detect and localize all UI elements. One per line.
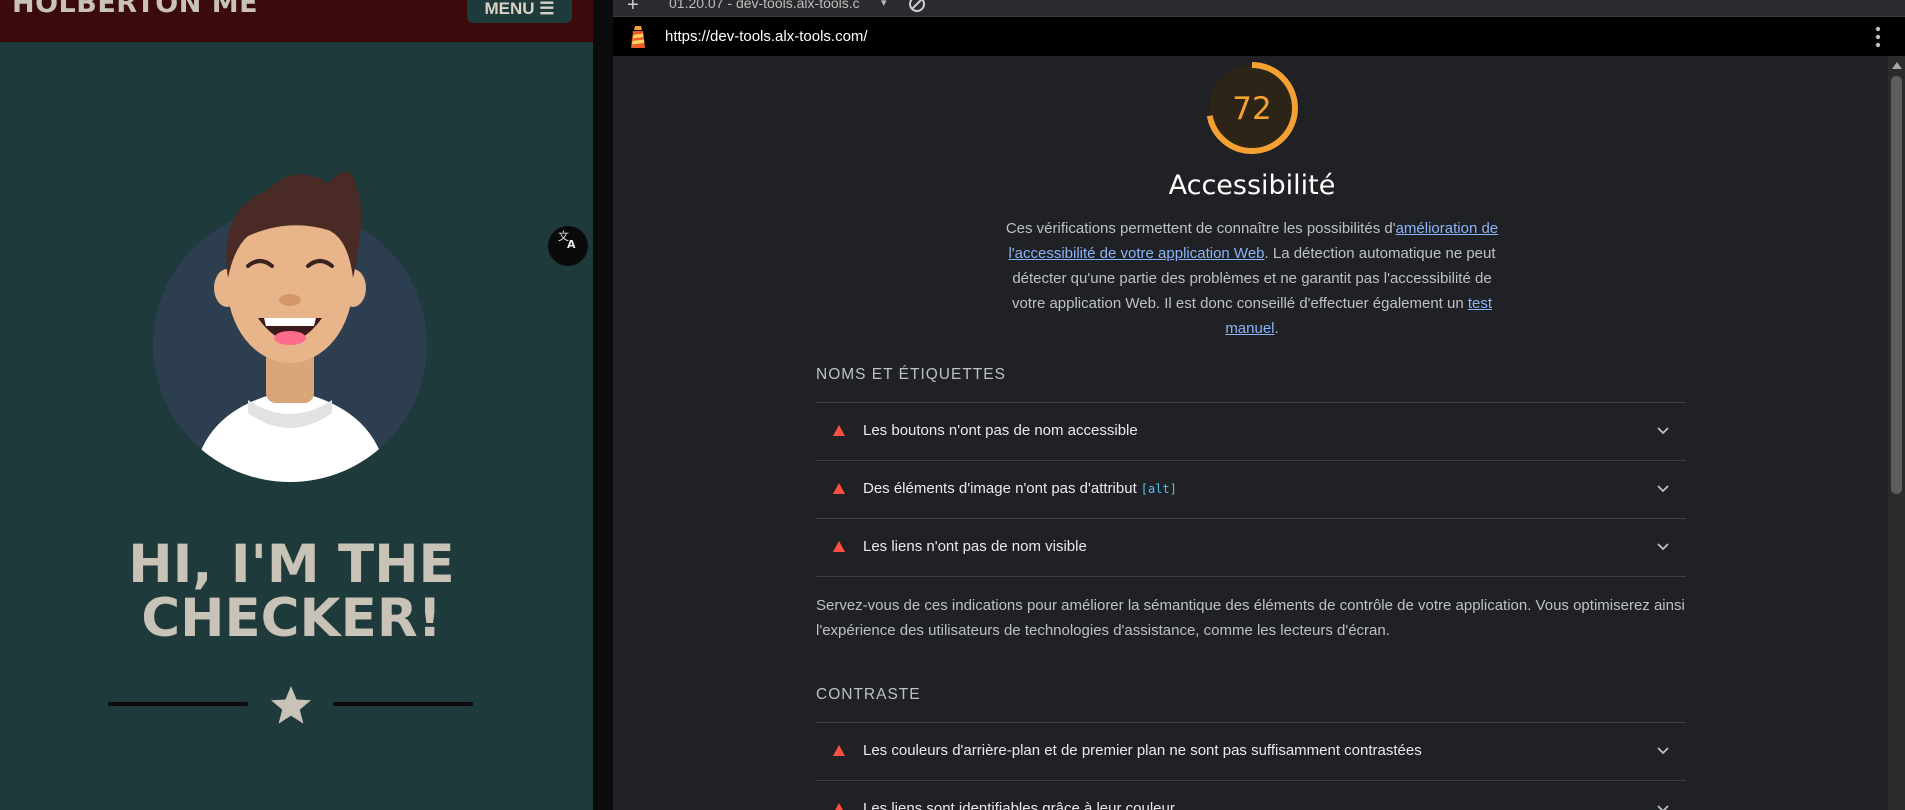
translate-glyph: 文 A [558,229,576,251]
fail-triangle-icon [833,483,845,494]
fail-triangle-icon [833,425,845,436]
audit-row[interactable]: Les liens sont identifiables grâce à leu… [816,780,1686,810]
portfolio-site: HOLBERTON ME MENU ☰ 文 A HI, I'M THE CHEC… [0,0,593,810]
description-text-3: . [1274,320,1279,337]
chevron-down-icon[interactable] [1656,744,1670,758]
hero-title-line-1: HI, I'M THE [128,534,455,595]
url-text[interactable]: https://dev-tools.alx-tools.com/ [665,28,868,45]
lighthouse-icon [631,26,645,48]
browser-panel: + 01.20.07 - dev-tools.alx-tools.c ▾ htt… [613,0,1905,810]
description-text-1: Ces vérifications permettent de connaîtr… [1005,220,1396,237]
group-title-contrast: CONTRASTE [816,686,921,703]
audit-label-text: Des éléments d'image n'ont pas d'attribu… [863,480,1137,497]
group-note: Servez-vous de ces indications pour amél… [816,597,1685,639]
audit-label: Les liens n'ont pas de nom visible [863,538,1087,555]
audit-code: [alt] [1140,482,1177,496]
address-bar[interactable]: https://dev-tools.alx-tools.com/ [613,17,1905,56]
more-options-icon[interactable] [1875,25,1881,49]
audit-label-text: Les liens n'ont pas de nom visible [863,538,1087,555]
new-tab-icon[interactable]: + [627,0,639,17]
audit-row[interactable]: Les boutons n'ont pas de nom accessible [816,402,1686,460]
hero-title-line-2: CHECKER! [141,588,442,649]
scroll-up-icon[interactable] [1892,62,1902,69]
hero-title: HI, I'M THE CHECKER! [0,538,583,646]
audit-label: Les boutons n'ont pas de nom accessible [863,422,1138,439]
audit-label: Des éléments d'image n'ont pas d'attribu… [863,480,1177,497]
audit-label-text: Les couleurs d'arrière-plan et de premie… [863,742,1422,759]
audit-row[interactable]: Les couleurs d'arrière-plan et de premie… [816,722,1686,780]
audit-label: Les couleurs d'arrière-plan et de premie… [863,742,1422,759]
block-icon[interactable] [907,0,927,14]
menu-button[interactable]: MENU ☰ [467,0,572,23]
scrollbar[interactable] [1888,56,1905,810]
category-title: Accessibilité [1168,170,1336,201]
audit-list-names-labels: Les boutons n'ont pas de nom accessible … [816,402,1686,577]
score-value: 72 [1232,91,1272,127]
audit-list-contrast: Les couleurs d'arrière-plan et de premie… [816,722,1686,810]
fail-triangle-icon [833,803,845,810]
chevron-down-icon[interactable] [1656,424,1670,438]
avatar [153,171,427,482]
audit-row[interactable]: Des éléments d'image n'ont pas d'attribu… [816,460,1686,518]
site-header: HOLBERTON ME MENU ☰ [0,0,593,42]
fail-triangle-icon [833,541,845,552]
audit-label-text: Les liens sont identifiables grâce à leu… [863,800,1175,810]
chevron-down-icon[interactable] [1656,540,1670,554]
chevron-down-icon[interactable] [1656,802,1670,810]
star-icon [271,686,311,724]
chevron-down-icon[interactable]: ▾ [881,0,887,9]
site-brand[interactable]: HOLBERTON ME [12,0,258,19]
audit-label-text: Les boutons n'ont pas de nom accessible [863,422,1138,439]
svg-text:A: A [567,238,576,250]
scrollbar-thumb[interactable] [1891,76,1902,494]
divider-left [108,702,248,706]
divider-right [333,702,473,706]
tab-strip: + 01.20.07 - dev-tools.alx-tools.c ▾ [613,0,1905,17]
group-title-names-labels: NOMS ET ÉTIQUETTES [816,366,1006,383]
fail-triangle-icon [833,745,845,756]
window-gutter [593,0,613,810]
chevron-down-icon[interactable] [1656,482,1670,496]
audit-row[interactable]: Les liens n'ont pas de nom visible [816,518,1686,577]
tab-title[interactable]: 01.20.07 - dev-tools.alx-tools.c [669,0,860,11]
translate-icon[interactable]: 文 A [548,226,588,266]
category-description: Ces vérifications permettent de connaîtr… [997,216,1507,341]
audit-label: Les liens sont identifiables grâce à leu… [863,800,1175,810]
